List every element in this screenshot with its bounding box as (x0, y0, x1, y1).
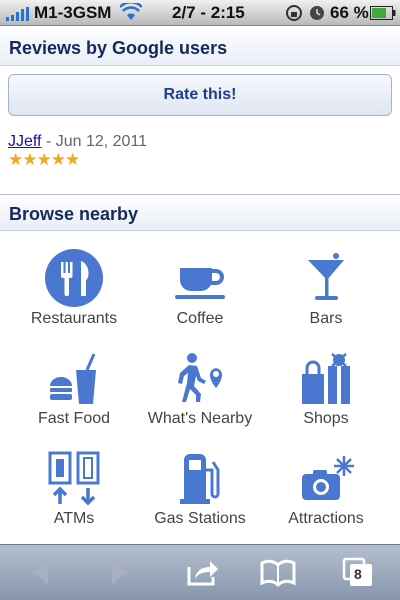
reviews-title: Reviews by Google users (9, 38, 228, 58)
browse-item-label: What's Nearby (147, 410, 253, 427)
review-separator: - (41, 133, 56, 150)
browse-item-label: Coffee (176, 310, 224, 327)
review-star-rating: ★★★★★ (8, 150, 80, 169)
review-author-link[interactable]: JJeff (8, 133, 42, 150)
rate-this-button[interactable]: Rate this! (8, 74, 392, 116)
browse-item-coffee[interactable]: Coffee (135, 248, 265, 344)
reviews-section-header: Reviews by Google users (0, 26, 400, 66)
coffee-cup-icon (175, 268, 225, 299)
review-entry: JJeff - Jun 12, 2011 (8, 133, 147, 151)
browse-item-label: Shops (303, 410, 349, 427)
clock-time: 2/7 - 2:15 (172, 3, 245, 22)
browse-item-label: Attractions (288, 510, 364, 527)
browse-item-bars[interactable]: Bars (261, 248, 391, 344)
forward-arrow-icon[interactable] (108, 557, 132, 592)
browse-item-atms[interactable]: ATMs (9, 448, 139, 544)
cocktail-icon (308, 253, 344, 300)
browse-title: Browse nearby (9, 204, 139, 224)
burger-drink-icon (50, 353, 96, 404)
alarm-icon (308, 4, 326, 27)
carrier-name: M1-3GSM (34, 3, 112, 22)
signal-strength-icon (6, 6, 30, 26)
browser-toolbar: 8 (0, 544, 400, 600)
atm-icon (48, 451, 100, 506)
fork-knife-icon (45, 249, 103, 307)
browse-section-header: Browse nearby (0, 195, 400, 231)
wifi-icon (119, 0, 143, 26)
browse-item-restaurants[interactable]: Restaurants (9, 248, 139, 344)
browse-item-gas-stations[interactable]: Gas Stations (135, 448, 265, 544)
rotation-lock-icon (285, 4, 303, 27)
tabs-count: 8 (354, 566, 362, 582)
browse-item-label: Restaurants (30, 310, 118, 327)
review-date: Jun 12, 2011 (55, 133, 148, 150)
browse-item-attractions[interactable]: Attractions (261, 448, 391, 544)
browse-item-label: Bars (309, 310, 343, 327)
back-arrow-icon[interactable] (28, 557, 52, 592)
bookmarks-book-icon[interactable] (260, 557, 296, 592)
browse-item-shops[interactable]: Shops (261, 348, 391, 444)
browse-item-whats-nearby[interactable]: What's Nearby (135, 348, 265, 444)
browse-item-fast-food[interactable]: Fast Food (9, 348, 139, 444)
status-bar: M1-3GSM 2/7 - 2:15 66 % (0, 0, 400, 26)
camera-icon (302, 456, 354, 500)
share-icon[interactable] (186, 557, 220, 592)
battery-icon (370, 5, 396, 25)
walking-person-pin-icon (178, 353, 222, 402)
gas-pump-icon (180, 454, 220, 504)
tabs-pages-icon[interactable]: 8 (342, 557, 374, 592)
shopping-bags-icon (302, 353, 350, 404)
browse-item-label: ATMs (53, 510, 95, 527)
browse-item-label: Gas Stations (154, 510, 246, 527)
battery-percent: 66 % (330, 3, 369, 22)
browse-item-label: Fast Food (37, 410, 111, 427)
